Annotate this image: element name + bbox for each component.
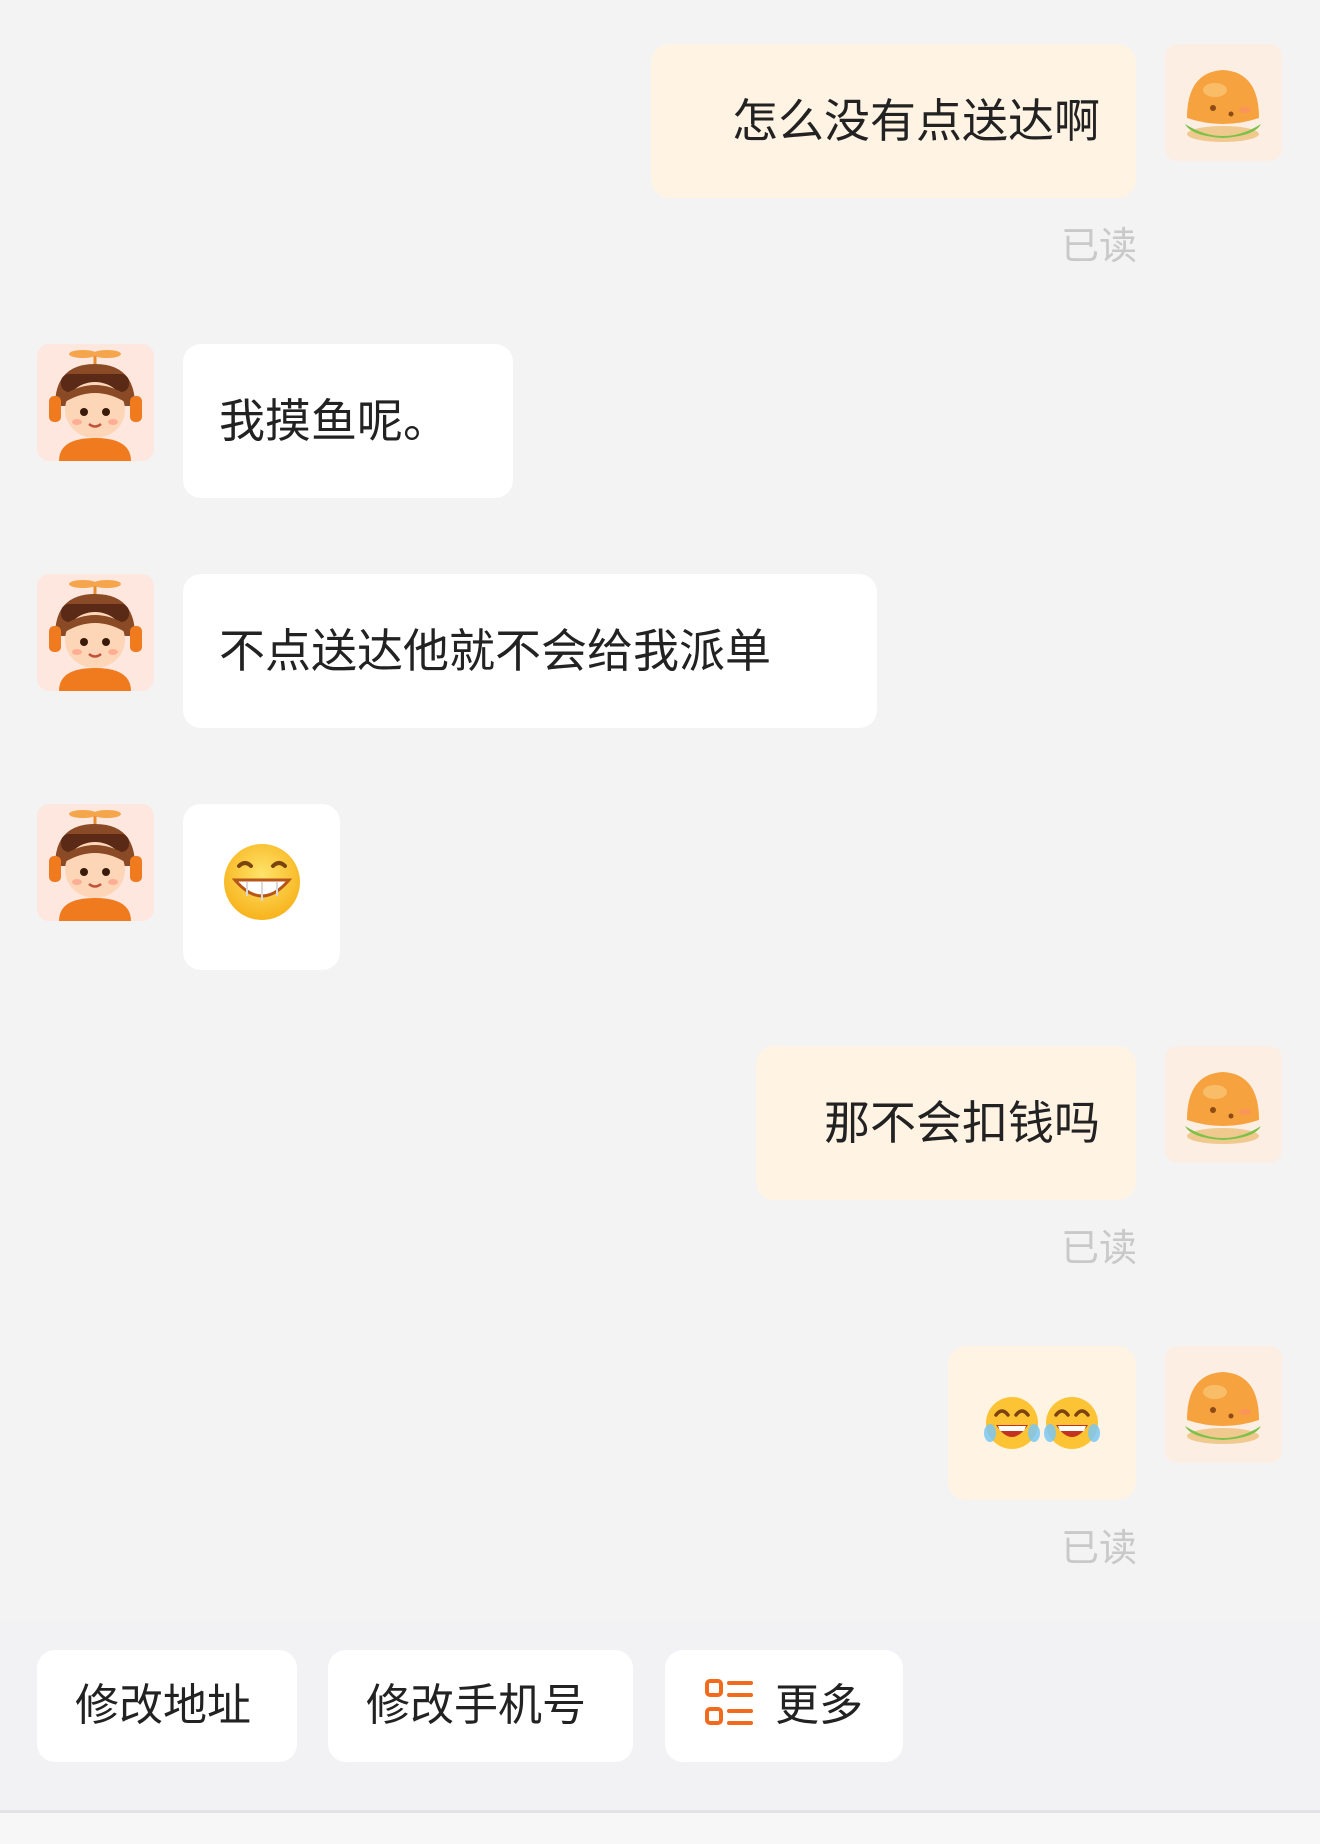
more-button[interactable]: 更多 <box>665 1650 903 1762</box>
burger-avatar-icon <box>1185 1072 1261 1144</box>
quick-action-bar: 修改地址 修改手机号 更多 <box>0 1622 1320 1810</box>
more-button-label: 更多 <box>775 1680 863 1731</box>
my-avatar[interactable] <box>1165 1046 1282 1163</box>
my-avatar[interactable] <box>1165 1346 1282 1463</box>
rider-emoji-bubble[interactable] <box>183 804 340 970</box>
rider-avatar[interactable] <box>37 574 154 691</box>
rider-avatar-icon <box>49 350 142 461</box>
my-emoji-bubble[interactable] <box>948 1346 1136 1500</box>
rider-avatar[interactable] <box>37 804 154 921</box>
edit-address-button[interactable]: 修改地址 <box>37 1650 297 1762</box>
burger-avatar-icon <box>1185 1372 1261 1444</box>
rider-message-bubble[interactable]: 我摸鱼呢。 <box>183 344 513 498</box>
read-status: 已读 <box>1060 1226 1137 1270</box>
my-avatar[interactable] <box>1165 44 1282 161</box>
grinning-face-emoji-icon <box>224 844 300 920</box>
burger-avatar-icon <box>1185 70 1261 142</box>
rider-avatar[interactable] <box>37 344 154 461</box>
laughing-face-emoji-icon <box>984 1397 1100 1449</box>
menu-list-icon <box>705 1679 753 1725</box>
rider-avatar-icon <box>49 810 142 921</box>
read-status: 已读 <box>1060 1526 1137 1570</box>
read-status: 已读 <box>1060 224 1137 268</box>
my-message-bubble[interactable]: 怎么没有点送达啊 <box>651 44 1136 198</box>
input-area-edge <box>0 1813 1320 1844</box>
rider-avatar-icon <box>49 580 142 691</box>
chat-message-list[interactable]: 怎么没有点送达啊 已读 我摸鱼呢。 不点送达他就不会给我派单 那不会扣钱吗 已读… <box>0 0 1320 1620</box>
rider-message-bubble[interactable]: 不点送达他就不会给我派单 <box>183 574 877 728</box>
edit-phone-button[interactable]: 修改手机号 <box>328 1650 633 1762</box>
my-message-bubble[interactable]: 那不会扣钱吗 <box>756 1046 1136 1200</box>
